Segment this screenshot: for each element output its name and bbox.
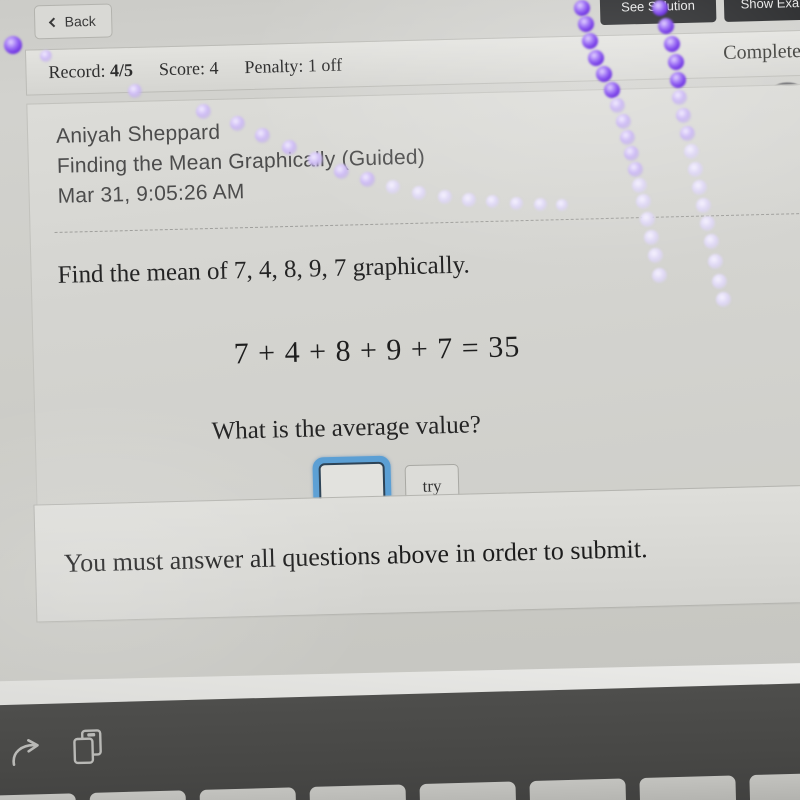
penalty-label: Penalty:	[244, 55, 304, 77]
screen-photo: Back See Solution Show Example Record: 4…	[0, 0, 800, 800]
tablet-screen: Back See Solution Show Example Record: 4…	[0, 0, 800, 706]
keyboard-key[interactable]	[419, 781, 517, 800]
score-label: Score:	[158, 57, 206, 79]
chevron-left-icon	[49, 16, 60, 27]
record-stat: Record: 4/5	[48, 59, 133, 82]
keyboard-key[interactable]	[199, 787, 297, 800]
submit-notice-text: You must answer all questions above in o…	[63, 534, 648, 578]
redo-arrow-icon[interactable]	[9, 738, 44, 769]
score-value: 4	[209, 57, 219, 78]
complete-label: Complete:	[722, 39, 800, 64]
back-button-label: Back	[64, 12, 96, 30]
show-example-button[interactable]: Show Example	[723, 0, 800, 22]
record-value: 4/5	[109, 59, 134, 81]
back-button[interactable]: Back	[33, 3, 113, 40]
penalty-stat: Penalty: 1 off	[244, 54, 342, 77]
see-solution-label: See Solution	[620, 0, 696, 15]
status-bar: Record: 4/5 Score: 4 Penalty: 1 off	[24, 24, 800, 96]
keyboard-key[interactable]	[0, 793, 77, 800]
score-stat: Score: 4	[159, 57, 219, 79]
show-example-label: Show Example	[740, 0, 800, 12]
keyboard-key[interactable]	[529, 778, 627, 800]
problem-prompt: Find the mean of 7, 4, 8, 9, 7 graphical…	[57, 251, 471, 289]
submit-notice-box: You must answer all questions above in o…	[33, 479, 800, 623]
problem-card: Aniyah Sheppard Finding the Mean Graphic…	[26, 78, 800, 624]
record-label: Record:	[48, 60, 106, 82]
divider	[54, 211, 800, 233]
penalty-value: 1 off	[307, 54, 343, 75]
problem-sub-prompt: What is the average value?	[211, 411, 482, 446]
keyboard-key[interactable]	[639, 775, 737, 800]
keyboard-key[interactable]	[749, 772, 800, 800]
copy-paste-icon[interactable]	[71, 728, 106, 767]
keyboard-key[interactable]	[309, 784, 407, 800]
keyboard-key[interactable]	[89, 790, 187, 800]
see-solution-button[interactable]: See Solution	[599, 0, 717, 26]
assignment-meta: Aniyah Sheppard Finding the Mean Graphic…	[56, 113, 426, 212]
problem-equation: 7 + 4 + 8 + 9 + 7 = 35	[233, 330, 521, 371]
